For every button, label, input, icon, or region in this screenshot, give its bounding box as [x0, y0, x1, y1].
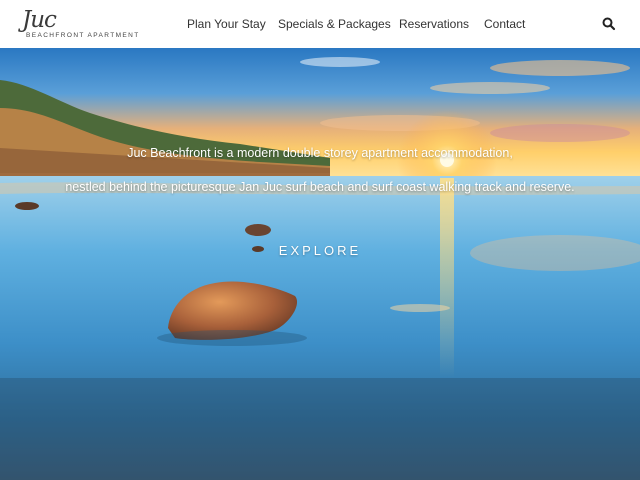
- hero-background-image: [0, 48, 640, 480]
- logo-subtitle: BEACHFRONT APARTMENT: [26, 32, 140, 39]
- explore-button[interactable]: EXPLORE: [260, 241, 380, 261]
- hero-tagline-line2: nestled behind the picturesque Jan Juc s…: [65, 180, 575, 194]
- site-header: Juc BEACHFRONT APARTMENT Plan Your Stay …: [0, 0, 640, 48]
- logo-script: Juc: [22, 7, 57, 33]
- hero-banner: Juc Beachfront is a modern double storey…: [0, 48, 640, 480]
- nav-specials-packages[interactable]: Specials & Packages: [278, 16, 391, 32]
- site-logo[interactable]: Juc BEACHFRONT APARTMENT: [22, 7, 146, 43]
- nav-reservations[interactable]: Reservations: [399, 16, 469, 32]
- hero-tagline-line1: Juc Beachfront is a modern double storey…: [127, 146, 513, 160]
- search-button[interactable]: [601, 16, 617, 32]
- nav-plan-your-stay[interactable]: Plan Your Stay: [187, 16, 266, 32]
- search-icon: [602, 17, 616, 31]
- nav-contact[interactable]: Contact: [484, 16, 525, 32]
